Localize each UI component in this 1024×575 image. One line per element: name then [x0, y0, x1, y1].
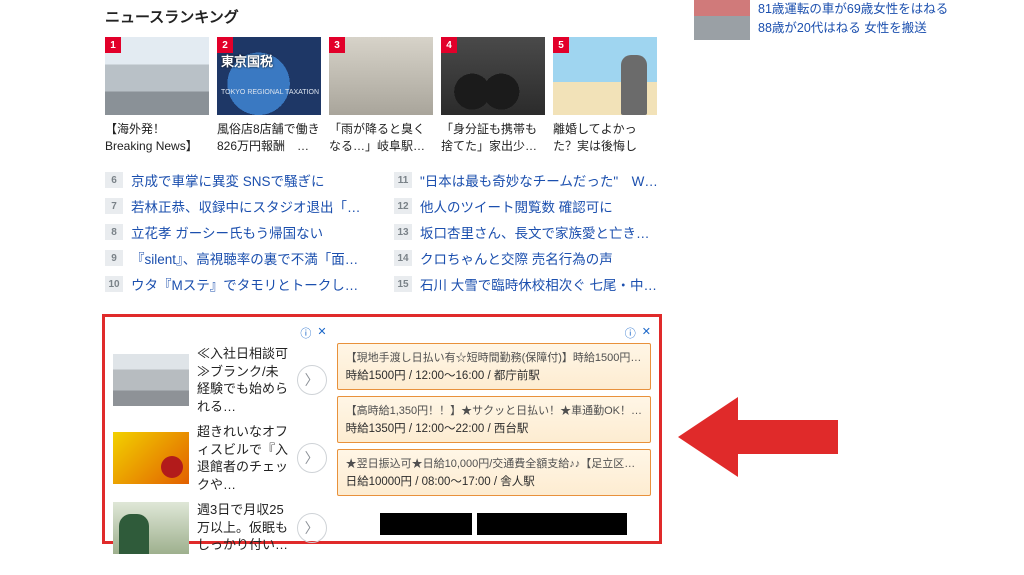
ad-text: 週3日で月収25万以上。仮眠もしっかり付い… [197, 501, 289, 554]
sidebar-line: 88歳が20代はねる 女性を搬送 [758, 19, 948, 38]
ranking-link[interactable]: 10 ウタ『Mステ』でタモリとトークし話題 … [105, 271, 370, 297]
ad-info-icon[interactable]: ⓘ [300, 325, 311, 341]
ranking-link[interactable]: 8 立花孝 ガーシー氏もう帰国ない [105, 219, 370, 245]
chevron-right-icon[interactable]: 〉 [297, 513, 327, 543]
ranking-caption: 「身分証も携帯も捨てた」家出少… [441, 115, 545, 153]
chevron-right-icon[interactable]: 〉 [297, 365, 327, 395]
ranking-link[interactable]: 11 "日本は最も奇妙なチームだった" W杯… [394, 167, 659, 193]
ad-item[interactable]: 週3日で月収25万以上。仮眠もしっかり付い… 〉 [113, 497, 327, 558]
sidebar-thumb [694, 0, 750, 40]
rank-num: 10 [105, 276, 123, 292]
ranking-thumb: 1 [105, 37, 209, 115]
ad-block: ⓘ ✕ ≪入社日相談可≫ブランク/未経験でも始められる… 〉 超きれいなオフィス… [102, 314, 662, 544]
ranking-link[interactable]: 12 他人のツイート閲覧数 確認可に [394, 193, 659, 219]
thumb-overlay-sub: TOKYO REGIONAL TAXATION [221, 89, 319, 96]
rank-num: 8 [105, 224, 123, 240]
sidebar-link-text: 81歳運転の車が69歳女性をはねる 88歳が20代はねる 女性を搬送 [758, 0, 948, 40]
ranking-card-row: 1 【海外発！Breaking News】救急… 2 東京国税 TOKYO RE… [105, 37, 660, 153]
ranking-link[interactable]: 13 坂口杏里さん、長文で家族愛と亡き母の… [394, 219, 659, 245]
ad-right-column: ⓘ ✕ 【現地手渡し日払い有☆短時間勤務(保障付)】時給1500円… 時給150… [337, 325, 651, 533]
job-ad-title: ★翌日振込可★日給10,000円/交通費全額支給♪♪【足立区… [346, 455, 642, 471]
sidebar-line: 81歳運転の車が69歳女性をはねる [758, 0, 948, 19]
rank-text: クロちゃんと交際 売名行為の声 [420, 248, 613, 268]
annotation-arrow-icon [678, 392, 838, 482]
ad-thumb [113, 354, 189, 406]
rank-text: 『silent』、高視聴率の裏で不満「面倒… [131, 248, 370, 268]
job-ad-main: 時給1500円 / 12:00〜16:00 / 都庁前駅 [346, 365, 642, 383]
ranking-card[interactable]: 2 東京国税 TOKYO REGIONAL TAXATION 風俗店8店舗で働き… [217, 37, 321, 153]
ranking-caption: 【海外発！Breaking News】救急… [105, 115, 209, 153]
section-title: ニュースランキング [105, 0, 660, 37]
thumb-person-shape [621, 55, 647, 115]
job-ad-card[interactable]: 【現地手渡し日払い有☆短時間勤務(保障付)】時給1500円… 時給1500円 /… [337, 343, 651, 390]
rank-num: 14 [394, 250, 412, 266]
ranking-list-right: 11 "日本は最も奇妙なチームだった" W杯… 12 他人のツイート閲覧数 確認可に… [394, 167, 659, 297]
ranking-list-columns: 6 京成で車掌に異変 SNSで騒ぎに 7 若林正恭、収録中にスタジオ退出「お疲… 8… [105, 167, 660, 297]
rank-badge: 4 [441, 37, 457, 53]
ranking-list-left: 6 京成で車掌に異変 SNSで騒ぎに 7 若林正恭、収録中にスタジオ退出「お疲… 8… [105, 167, 370, 297]
rank-text: 京成で車掌に異変 SNSで騒ぎに [131, 170, 325, 190]
rank-badge: 5 [553, 37, 569, 53]
ranking-caption: 離婚してよかった？実は後悔して… [553, 115, 657, 153]
ad-close-icon[interactable]: ✕ [642, 325, 651, 341]
rank-badge: 3 [329, 37, 345, 53]
rank-text: 石川 大雪で臨時休校相次ぐ 七尾・中能… [420, 274, 659, 294]
rank-num: 15 [394, 276, 412, 292]
redacted-bar [477, 513, 627, 535]
ad-text: 超きれいなオフィスビルで『入退館者のチェックや… [197, 423, 289, 493]
job-ad-main: 時給1350円 / 12:00〜22:00 / 西台駅 [346, 418, 642, 436]
job-ad-card[interactable]: ★翌日振込可★日給10,000円/交通費全額支給♪♪【足立区… 日給10000円… [337, 449, 651, 496]
ad-indicator: ⓘ ✕ [113, 325, 327, 341]
rank-text: 他人のツイート閲覧数 確認可に [420, 196, 613, 216]
ad-left-column: ⓘ ✕ ≪入社日相談可≫ブランク/未経験でも始められる… 〉 超きれいなオフィス… [113, 325, 327, 533]
ad-item[interactable]: 超きれいなオフィスビルで『入退館者のチェックや… 〉 [113, 419, 327, 497]
rank-text: "日本は最も奇妙なチームだった" W杯… [420, 170, 659, 190]
ranking-link[interactable]: 6 京成で車掌に異変 SNSで騒ぎに [105, 167, 370, 193]
ranking-link[interactable]: 14 クロちゃんと交際 売名行為の声 [394, 245, 659, 271]
ranking-link[interactable]: 15 石川 大雪で臨時休校相次ぐ 七尾・中能… [394, 271, 659, 297]
rank-num: 7 [105, 198, 123, 214]
rank-num: 9 [105, 250, 123, 266]
rank-text: 若林正恭、収録中にスタジオ退出「お疲… [131, 196, 370, 216]
ranking-link[interactable]: 7 若林正恭、収録中にスタジオ退出「お疲… [105, 193, 370, 219]
rank-badge: 2 [217, 37, 233, 53]
chevron-right-icon[interactable]: 〉 [297, 443, 327, 473]
ranking-thumb: 5 [553, 37, 657, 115]
rank-text: 坂口杏里さん、長文で家族愛と亡き母の… [420, 222, 659, 242]
ad-close-icon[interactable]: ✕ [317, 325, 326, 341]
job-ad-main: 日給10000円 / 08:00〜17:00 / 舎人駅 [346, 471, 642, 489]
ad-text: ≪入社日相談可≫ブランク/未経験でも始められる… [197, 345, 289, 415]
rank-num: 12 [394, 198, 412, 214]
ranking-caption: 風俗店8店舗で働き826万円報酬 … [217, 115, 321, 153]
ranking-thumb: 3 [329, 37, 433, 115]
ranking-thumb: 2 東京国税 TOKYO REGIONAL TAXATION [217, 37, 321, 115]
job-ad-title: 【現地手渡し日払い有☆短時間勤務(保障付)】時給1500円… [346, 349, 642, 365]
rank-badge: 1 [105, 37, 121, 53]
ad-thumb [113, 502, 189, 554]
rank-text: 立花孝 ガーシー氏もう帰国ない [131, 222, 323, 242]
job-ad-card[interactable]: 【高時給1,350円！！】★サクッと日払い！★車通勤OK！… 時給1350円 /… [337, 396, 651, 443]
ad-thumb [113, 432, 189, 484]
ad-info-icon[interactable]: ⓘ [625, 325, 636, 341]
sidebar-news-item[interactable]: 81歳運転の車が69歳女性をはねる 88歳が20代はねる 女性を搬送 [694, 0, 956, 40]
ranking-card[interactable]: 5 離婚してよかった？実は後悔して… [553, 37, 657, 153]
ad-indicator: ⓘ ✕ [337, 325, 651, 341]
ranking-card[interactable]: 4 「身分証も携帯も捨てた」家出少… [441, 37, 545, 153]
ranking-card[interactable]: 1 【海外発！Breaking News】救急… [105, 37, 209, 153]
job-ad-title: 【高時給1,350円！！】★サクッと日払い！★車通勤OK！… [346, 402, 642, 418]
rank-num: 11 [394, 172, 412, 188]
ad-item[interactable]: ≪入社日相談可≫ブランク/未経験でも始められる… 〉 [113, 341, 327, 419]
rank-num: 13 [394, 224, 412, 240]
rank-text: ウタ『Mステ』でタモリとトークし話題 … [131, 274, 370, 294]
ranking-card[interactable]: 3 「雨が降ると臭くなる…」岐阜駅… [329, 37, 433, 153]
ranking-link[interactable]: 9 『silent』、高視聴率の裏で不満「面倒… [105, 245, 370, 271]
rank-num: 6 [105, 172, 123, 188]
thumb-overlay-text: 東京国税 [221, 55, 319, 69]
ranking-caption: 「雨が降ると臭くなる…」岐阜駅… [329, 115, 433, 153]
ranking-thumb: 4 [441, 37, 545, 115]
